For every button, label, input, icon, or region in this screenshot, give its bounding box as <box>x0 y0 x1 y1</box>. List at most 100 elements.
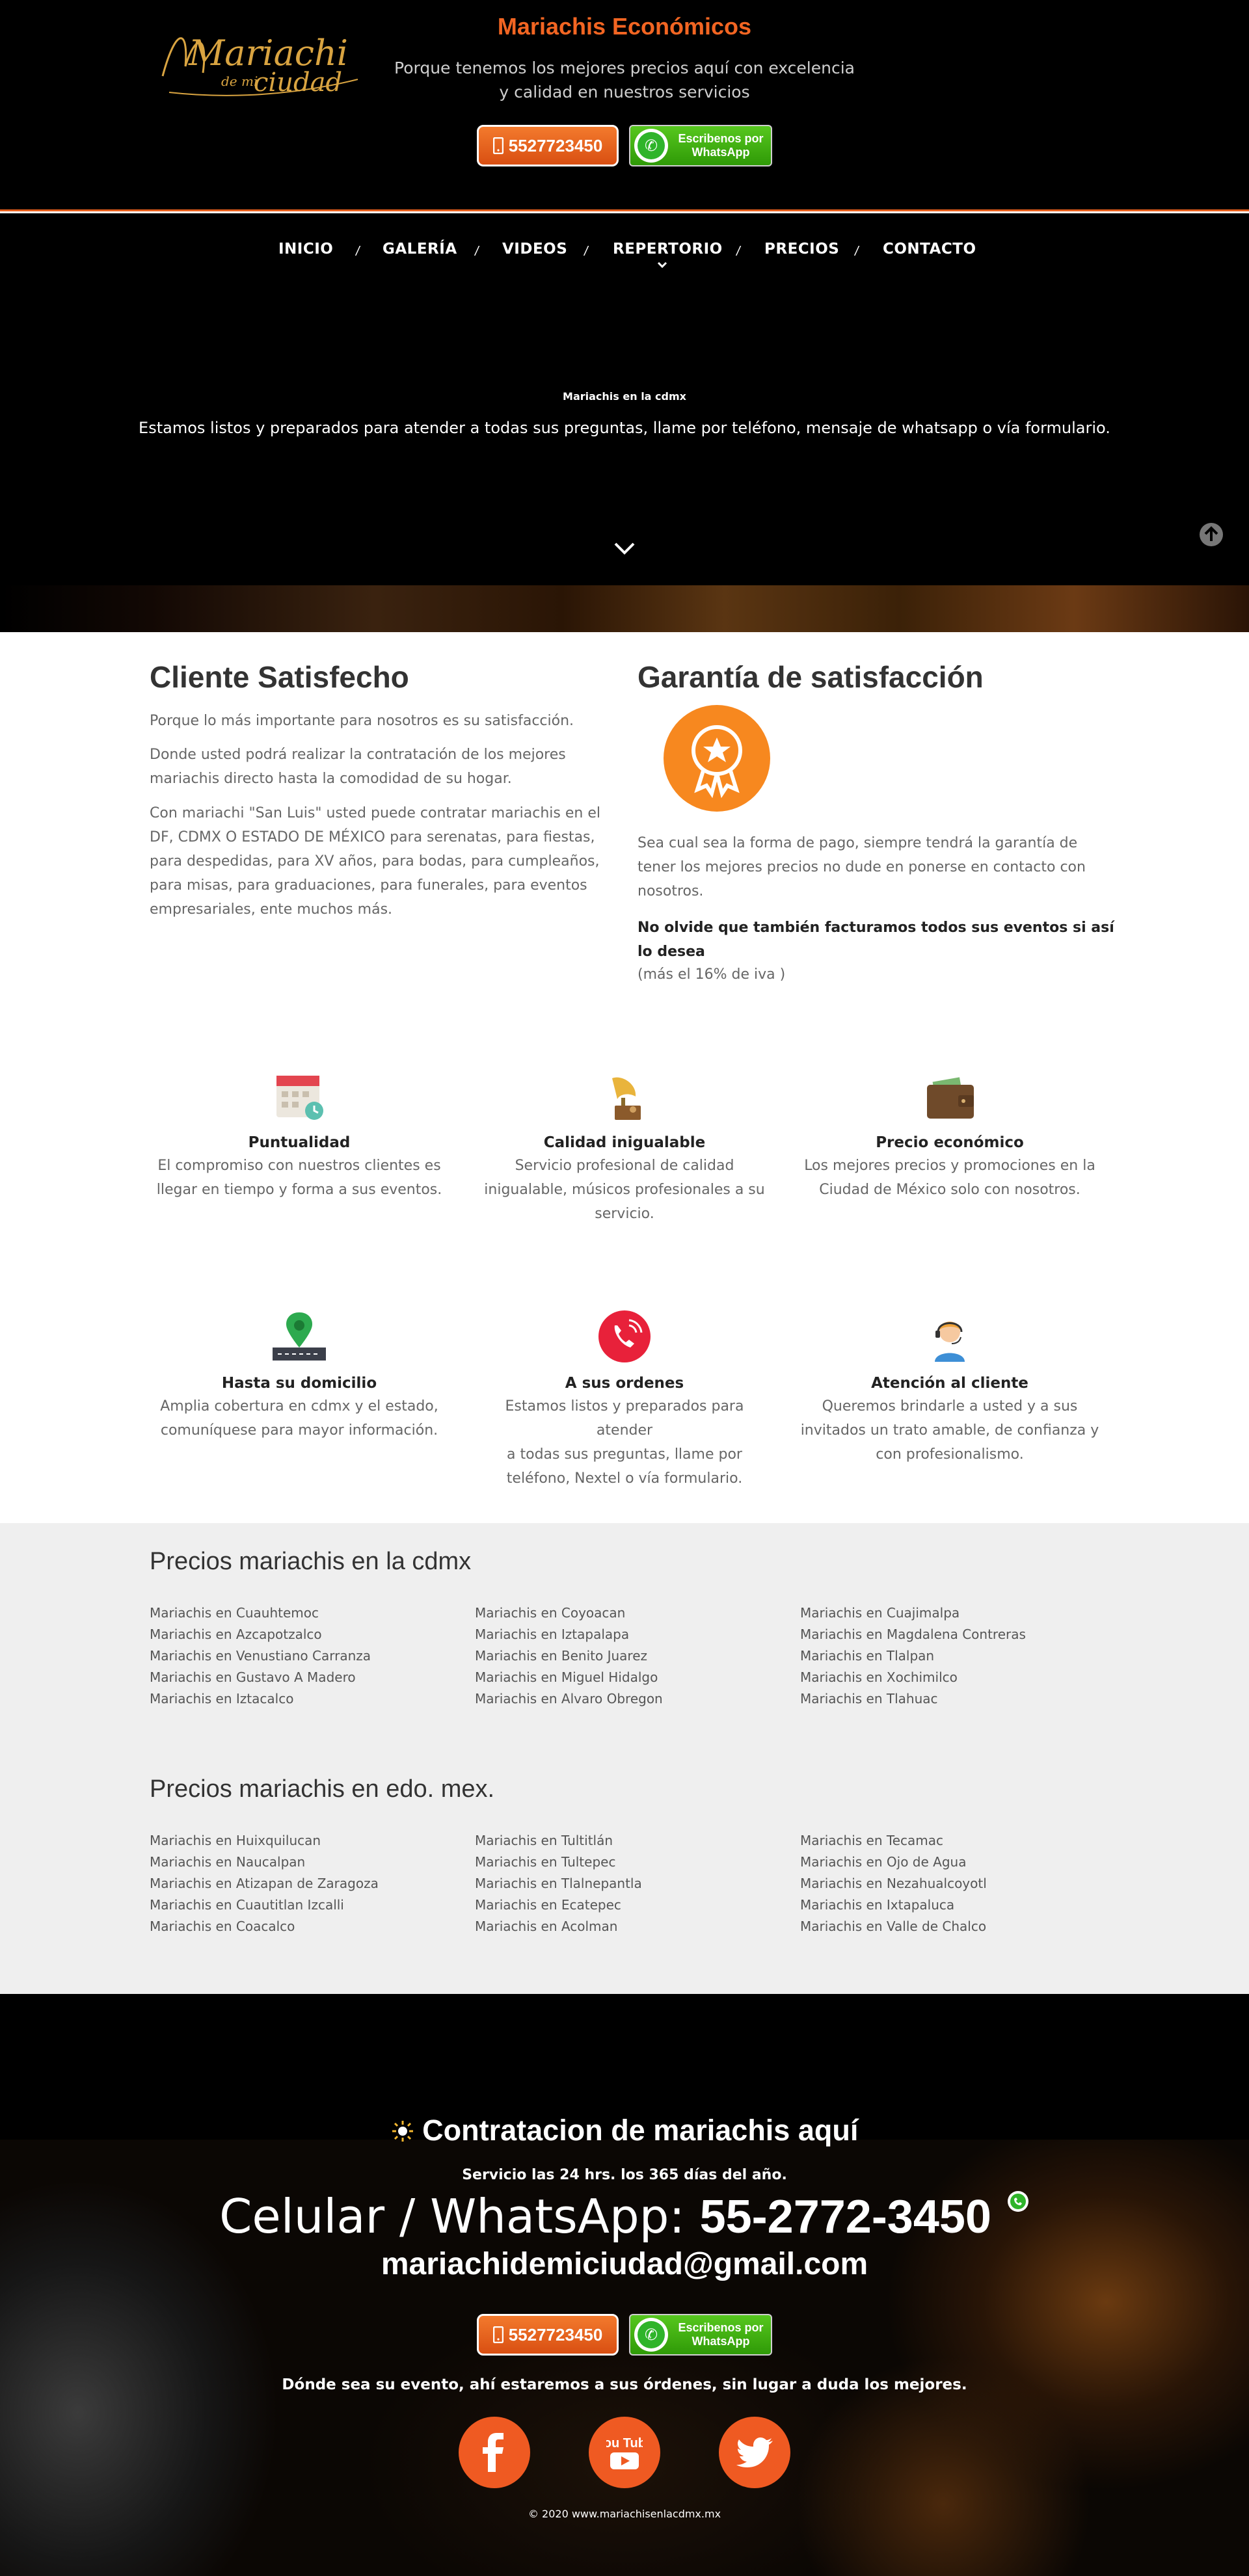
price-link[interactable]: Mariachis en Tultitlán <box>475 1833 613 1848</box>
text-line: llegar en tiempo y forma a sus eventos. <box>156 1182 442 1198</box>
price-link[interactable]: Mariachis en Nezahualcoyotl <box>800 1876 987 1891</box>
phone-number[interactable]: 55-2772-3450 <box>700 2191 991 2243</box>
phone-call-icon <box>598 1310 651 1362</box>
price-link[interactable]: Mariachis en Acolman <box>475 1919 617 1934</box>
footer-call-button[interactable]: 5527723450 <box>477 2314 619 2356</box>
map-pin-icon <box>273 1312 326 1361</box>
main-nav: INICIO / GALERÍA / VIDEOS / REPERTORIO /… <box>0 213 1249 291</box>
nav-item-contacto[interactable]: CONTACTO <box>883 241 976 258</box>
text-line: Sea cual sea la forma de pago, siempre t… <box>638 835 1078 851</box>
text-line: inigualable, músicos profesionales a su <box>484 1182 765 1198</box>
price-link[interactable]: Mariachis en Ixtapaluca <box>800 1897 954 1913</box>
invoice-note: No olvide que también facturamos todos s… <box>638 916 1114 964</box>
feature-desc: Los mejores precios y promociones en la … <box>800 1154 1099 1202</box>
twitter-icon[interactable] <box>719 2417 790 2488</box>
youtube-icon[interactable]: You Tube <box>589 2417 660 2488</box>
price-link[interactable]: Mariachis en Tlalnepantla <box>475 1876 642 1891</box>
feature-desc: Queremos brindarle a usted y a sus invit… <box>800 1394 1099 1467</box>
price-link[interactable]: Mariachis en Tlalpan <box>800 1648 934 1664</box>
text-line: Con mariachi "San Luis" usted puede cont… <box>150 805 600 821</box>
price-link[interactable]: Mariachis en Azcapotzalco <box>150 1627 322 1642</box>
price-link[interactable]: Mariachis en Tecamac <box>800 1833 943 1848</box>
nav-item-videos[interactable]: VIDEOS <box>502 241 567 258</box>
price-link[interactable]: Mariachis en Gustavo A Madero <box>150 1669 356 1685</box>
back-to-top-icon[interactable] <box>1198 522 1224 548</box>
nav-item-inicio[interactable]: INICIO <box>278 241 333 258</box>
prices-edomex-heading: Precios mariachis en edo. mex. <box>150 1775 495 1803</box>
price-link[interactable]: Mariachis en Cuajimalpa <box>800 1605 960 1621</box>
satisfaction-p2: Donde usted podrá realizar la contrataci… <box>150 743 566 791</box>
feature-desc: Amplia cobertura en cdmx y el estado, co… <box>150 1394 449 1442</box>
calendar-icon <box>276 1076 323 1120</box>
logo[interactable]: Mariachi de mi ciudad <box>150 14 364 105</box>
price-link[interactable]: Mariachis en Venustiano Carranza <box>150 1648 371 1664</box>
feature-title: Atención al cliente <box>871 1375 1028 1392</box>
wallet-icon <box>927 1077 974 1119</box>
price-link[interactable]: Mariachis en Alvaro Obregon <box>475 1691 663 1706</box>
text-line: comuníquese para mayor información. <box>160 1422 438 1439</box>
text-line: Queremos brindarle a usted y a sus <box>822 1398 1078 1414</box>
price-link[interactable]: Mariachis en Cuauhtemoc <box>150 1605 319 1621</box>
guarantee-heading: Garantía de satisfacción <box>638 660 984 694</box>
price-link[interactable]: Mariachis en Naucalpan <box>150 1854 305 1870</box>
whatsapp-icon[interactable] <box>1006 2190 1030 2213</box>
chevron-down-icon[interactable] <box>656 259 669 272</box>
price-link[interactable]: Mariachis en Magdalena Contreras <box>800 1627 1026 1642</box>
price-link[interactable]: Mariachis en Ojo de Agua <box>800 1854 966 1870</box>
price-link[interactable]: Mariachis en Miguel Hidalgo <box>475 1669 658 1685</box>
brand-subtitle: Porque tenemos los mejores precios aquí … <box>364 56 885 104</box>
text-line: Donde usted podrá realizar la contrataci… <box>150 747 566 763</box>
price-link[interactable]: Mariachis en Iztapalapa <box>475 1627 629 1642</box>
price-link[interactable]: Mariachis en Atizapan de Zaragoza <box>150 1876 379 1891</box>
call-button-label: 5527723450 <box>508 135 603 155</box>
feature-quality: Calidad inigualable Servicio profesional… <box>475 1067 774 1226</box>
footer-email[interactable]: mariachidemiciudad@gmail.com <box>0 2246 1249 2282</box>
price-link[interactable]: Mariachis en Coyoacan <box>475 1605 625 1621</box>
footer-heading: Contratacion de mariachis aquí <box>0 2114 1249 2147</box>
price-link[interactable]: Mariachis en Coacalco <box>150 1919 295 1934</box>
call-button[interactable]: 5527723450 <box>477 125 619 166</box>
call-button-label: 5527723450 <box>508 2324 603 2344</box>
text-line: Amplia cobertura en cdmx y el estado, <box>160 1398 438 1414</box>
nav-item-repertorio[interactable]: REPERTORIO <box>613 241 723 258</box>
price-link[interactable]: Mariachis en Ecatepec <box>475 1897 621 1913</box>
price-link[interactable]: Mariachis en Tlahuac <box>800 1691 938 1706</box>
award-badge-icon <box>664 705 770 812</box>
price-link[interactable]: Mariachis en Benito Juarez <box>475 1648 647 1664</box>
price-link[interactable]: Mariachis en Valle de Chalco <box>800 1919 986 1934</box>
hero-tag: Mariachis en la cdmx <box>563 390 686 403</box>
hero: Mariachis en la cdmx Estamos listos y pr… <box>0 291 1249 632</box>
footer-heading-text: Contratacion de mariachis aquí <box>422 2114 859 2147</box>
nav-item-precios[interactable]: PRECIOS <box>764 241 839 258</box>
price-link[interactable]: Mariachis en Tultepec <box>475 1854 615 1870</box>
text-line: invitados un trato amable, de confianza … <box>800 1422 1099 1439</box>
text-line: Servicio profesional de calidad <box>515 1158 734 1174</box>
mobile-phone-icon <box>492 2326 504 2343</box>
text-line: nosotros. <box>638 883 704 899</box>
satisfaction-p1: Porque lo más importante para nosotros e… <box>150 713 574 729</box>
prices-cdmx-heading: Precios mariachis en la cdmx <box>150 1548 472 1575</box>
price-link[interactable]: Mariachis en Huixquilucan <box>150 1833 321 1848</box>
text-line: DF, CDMX O ESTADO DE MÉXICO para serenat… <box>150 829 595 845</box>
feature-title: Hasta su domicilio <box>221 1375 377 1392</box>
feature-price: Precio económico Los mejores precios y p… <box>800 1067 1099 1202</box>
footer-tagline: Dónde sea su evento, ahí estaremos a sus… <box>282 2376 967 2393</box>
footer-whatsapp-button[interactable]: ✆ Escribenos por WhatsApp <box>629 2314 772 2356</box>
feature-desc: El compromiso con nuestros clientes es l… <box>150 1154 449 1202</box>
whatsapp-button[interactable]: ✆ Escribenos por WhatsApp <box>629 125 772 166</box>
nav-separator: / <box>855 245 859 259</box>
price-link[interactable]: Mariachis en Cuautitlan Izcalli <box>150 1897 344 1913</box>
footer-phone[interactable]: Celular / WhatsApp: 55-2772-3450 <box>0 2189 1249 2244</box>
feature-title: Precio económico <box>876 1134 1024 1151</box>
text-line: teléfono, Nextel o vía formulario. <box>506 1470 743 1487</box>
whatsapp-label: Escribenos por <box>678 2321 764 2334</box>
subtitle-line: Porque tenemos los mejores precios aquí … <box>394 59 855 77</box>
nav-separator: / <box>475 245 479 259</box>
price-link[interactable]: Mariachis en Xochimilco <box>800 1669 958 1685</box>
price-link[interactable]: Mariachis en Iztacalco <box>150 1691 293 1706</box>
nav-separator: / <box>736 245 740 259</box>
scroll-down-icon[interactable] <box>611 538 638 558</box>
facebook-icon[interactable] <box>459 2417 530 2488</box>
nav-item-galeria[interactable]: GALERÍA <box>383 241 457 258</box>
whatsapp-label: WhatsApp <box>692 2335 750 2348</box>
